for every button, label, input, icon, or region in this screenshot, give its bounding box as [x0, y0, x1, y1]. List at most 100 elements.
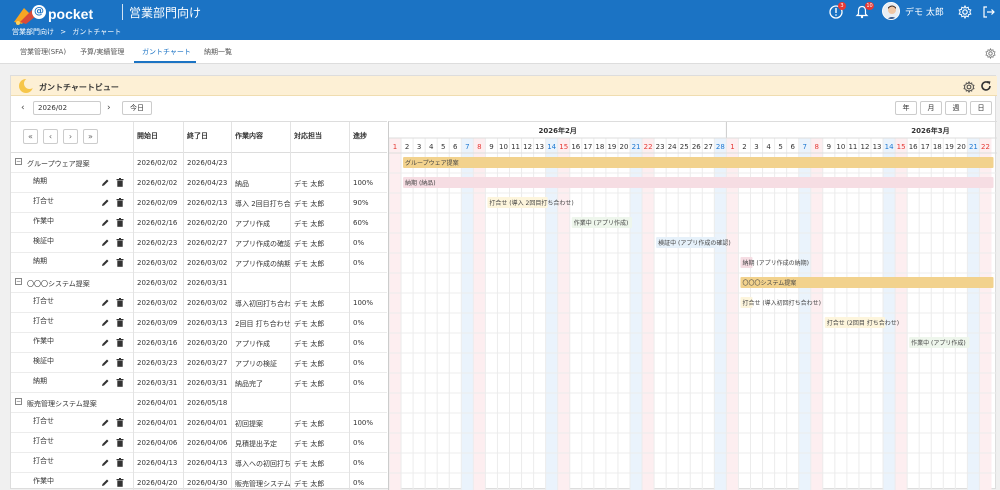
today-button[interactable]: 今日 — [122, 101, 152, 115]
pencil-icon[interactable] — [101, 218, 109, 227]
trash-icon[interactable] — [116, 478, 124, 487]
collapse-toggle[interactable]: − — [15, 278, 22, 285]
owner: デモ 太郎 — [294, 360, 325, 368]
day-tick-label: 18 — [595, 143, 604, 151]
view-year-button[interactable]: 年 — [895, 101, 917, 115]
day-tick-label: 18 — [933, 143, 942, 151]
prev-page-button[interactable]: ‹ — [43, 129, 58, 144]
trash-icon[interactable] — [116, 258, 124, 267]
next-month-button[interactable]: › — [107, 104, 111, 113]
task-row[interactable]: 納期 2026/03/02 2026/03/02 アプリ作成の納期 デモ 太郎 0% — [11, 253, 387, 273]
day-tick-label: 10 — [499, 143, 508, 151]
trash-icon[interactable] — [116, 458, 124, 467]
task-row[interactable]: 打合せ 2026/04/01 2026/04/01 初回提案 デモ 太郎 100% — [11, 413, 387, 433]
pencil-icon[interactable] — [101, 378, 109, 387]
day-tick-label: 19 — [945, 143, 954, 151]
tab-sfa[interactable]: 営業管理(SFA) — [20, 47, 66, 57]
owner: デモ 太郎 — [294, 340, 325, 348]
col-divider — [133, 122, 134, 490]
owner: デモ 太郎 — [294, 440, 325, 448]
prev-month-button[interactable]: ‹ — [21, 104, 25, 113]
trash-icon[interactable] — [116, 218, 124, 227]
view-month-button[interactable]: 月 — [920, 101, 942, 115]
tab-settings-gear-icon[interactable] — [985, 48, 996, 59]
pencil-icon[interactable] — [101, 358, 109, 367]
trash-icon[interactable] — [116, 438, 124, 447]
user-avatar[interactable] — [882, 2, 900, 20]
trash-icon[interactable] — [116, 238, 124, 247]
task-row[interactable]: 作業中 2026/04/20 2026/04/30 販売管理システム デモ 太郎 0% — [11, 473, 387, 490]
task-row[interactable]: 検証中 2026/02/23 2026/02/27 アプリ作成の確認 デモ 太郎 0% — [11, 233, 387, 253]
user-name[interactable]: デモ 太郎 — [905, 5, 944, 18]
pencil-icon[interactable] — [101, 418, 109, 427]
day-tick-label: 4 — [766, 143, 771, 151]
group-row[interactable]: − 販売管理システム提案 2026/04/01 2026/05/18 — [11, 393, 387, 413]
breadcrumb-dept[interactable]: 営業部門向け — [12, 28, 54, 36]
trash-icon[interactable] — [116, 298, 124, 307]
group-name: 販売管理システム提案 — [27, 400, 97, 408]
col-header-end[interactable]: 終了日 — [187, 131, 208, 141]
pencil-icon[interactable] — [101, 178, 109, 187]
gear-icon[interactable] — [958, 5, 972, 19]
task-row[interactable]: 納期 2026/03/31 2026/03/31 納品完了 デモ 太郎 0% — [11, 373, 387, 393]
trash-icon[interactable] — [116, 318, 124, 327]
task-row[interactable]: 打合せ 2026/03/09 2026/03/13 2回目 打ち合わせ デモ 太郎 0% — [11, 313, 387, 333]
pencil-icon[interactable] — [101, 458, 109, 467]
collapse-toggle[interactable]: − — [15, 398, 22, 405]
task-row[interactable]: 打合せ 2026/04/13 2026/04/13 導入への初回打ち デモ 太郎 0% — [11, 453, 387, 473]
trash-icon[interactable] — [116, 378, 124, 387]
task-row[interactable]: 打合せ 2026/02/09 2026/02/13 導入 2回目打ち合 デモ 太郎 90% — [11, 193, 387, 213]
weekend-column — [883, 138, 896, 490]
pencil-icon[interactable] — [101, 478, 109, 487]
task-row[interactable]: 納期 2026/02/02 2026/04/23 納品 デモ 太郎 100% — [11, 173, 387, 193]
panel-settings-icon[interactable] — [963, 81, 975, 93]
pencil-icon[interactable] — [101, 258, 109, 267]
month-picker[interactable]: 2026/02 — [33, 101, 101, 115]
next-page-button[interactable]: › — [63, 129, 78, 144]
collapse-toggle[interactable]: − — [15, 158, 22, 165]
task-grid-header: « ‹ › » 開始日 終了日 作業内容 対応担当 進捗 — [11, 122, 387, 153]
group-row[interactable]: − グループウェア提案 2026/02/02 2026/04/23 — [11, 153, 387, 173]
tab-delivery-list[interactable]: 納期一覧 — [204, 47, 232, 57]
trash-icon[interactable] — [116, 198, 124, 207]
task-row[interactable]: 検証中 2026/03/23 2026/03/27 アプリの検証 デモ 太郎 0% — [11, 353, 387, 373]
trash-icon[interactable] — [116, 338, 124, 347]
col-header-task[interactable]: 作業内容 — [235, 131, 263, 141]
trash-icon[interactable] — [116, 178, 124, 187]
task-row[interactable]: 作業中 2026/02/16 2026/02/20 アプリ作成 デモ 太郎 60% — [11, 213, 387, 233]
task-row[interactable]: 作業中 2026/03/16 2026/03/20 アプリ作成 デモ 太郎 0% — [11, 333, 387, 353]
end-date: 2026/02/20 — [187, 219, 228, 227]
view-day-button[interactable]: 日 — [970, 101, 992, 115]
pencil-icon[interactable] — [101, 198, 109, 207]
last-page-button[interactable]: » — [83, 129, 98, 144]
pencil-icon[interactable] — [101, 338, 109, 347]
tab-budget[interactable]: 予算/実績管理 — [80, 47, 124, 57]
logout-icon[interactable] — [982, 5, 996, 19]
pencil-icon[interactable] — [101, 438, 109, 447]
col-header-start[interactable]: 開始日 — [137, 131, 158, 141]
task-name: 作業中 — [33, 477, 54, 485]
day-tick-label: 27 — [704, 143, 713, 151]
view-week-button[interactable]: 週 — [945, 101, 967, 115]
day-tick-label: 1 — [393, 143, 397, 151]
task-row[interactable]: 打合せ 2026/04/06 2026/04/06 見積提出予定 デモ 太郎 0% — [11, 433, 387, 453]
refresh-icon[interactable] — [980, 80, 992, 92]
first-page-button[interactable]: « — [23, 129, 38, 144]
col-header-progress[interactable]: 進捗 — [353, 131, 367, 141]
pencil-icon[interactable] — [101, 298, 109, 307]
trash-icon[interactable] — [116, 358, 124, 367]
pencil-icon[interactable] — [101, 318, 109, 327]
trash-icon[interactable] — [116, 418, 124, 427]
col-header-owner[interactable]: 対応担当 — [294, 131, 322, 141]
task-name: 納期 — [33, 377, 47, 385]
department-title[interactable]: 営業部門向け — [129, 4, 201, 21]
bar-label: 打合せ (2回目 打ち合わせ) — [827, 319, 899, 327]
group-row[interactable]: − 〇〇〇システム提案 2026/03/02 2026/03/31 — [11, 273, 387, 293]
pencil-icon[interactable] — [101, 238, 109, 247]
day-tick-label: 6 — [790, 143, 795, 151]
gantt-svg: 1 2 3 4 5 6 7 8 9 10 11 12 13 14 15 16 17 18 19 20 21 22 23 24 2… — [389, 122, 997, 490]
task-row[interactable]: 打合せ 2026/03/02 2026/03/02 導入初回打ち合わ デモ 太郎 100% — [11, 293, 387, 313]
tab-gantt[interactable]: ガントチャート — [142, 47, 191, 57]
progress: 0% — [353, 339, 365, 347]
weekend-column — [630, 138, 643, 490]
